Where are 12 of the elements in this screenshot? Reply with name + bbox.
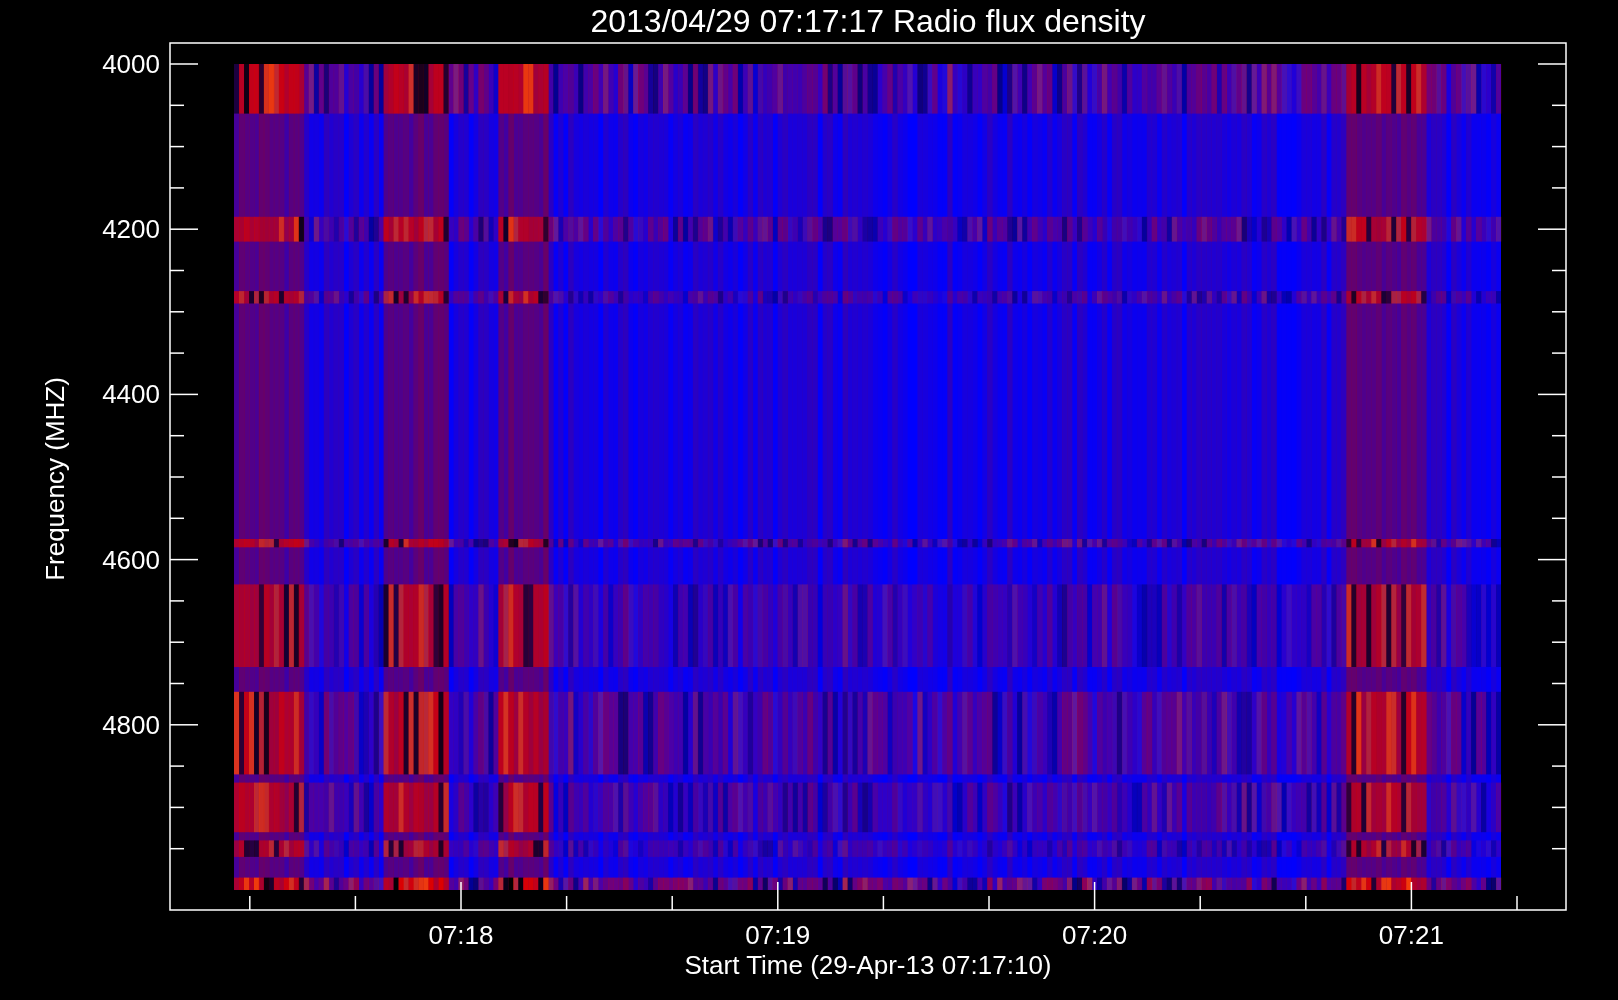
tick-label: 4200 [102,214,160,245]
tick-label: 07:18 [428,920,494,950]
x-axis-label: Start Time (29-Apr-13 07:17:10) [684,950,1052,980]
tick-label: 4600 [102,544,160,575]
tick-label: 07:20 [1062,920,1128,950]
tick-label: 4400 [102,379,160,410]
tick-label: 07:21 [1378,920,1444,950]
y-axis-label: Frequency (MHZ) [40,377,70,581]
tick-label: 4800 [102,709,160,740]
tick-label: 07:19 [745,920,811,950]
tick-label: 4000 [102,49,160,79]
chart-title: 2013/04/29 07:17:17 Radio flux density [590,3,1146,39]
